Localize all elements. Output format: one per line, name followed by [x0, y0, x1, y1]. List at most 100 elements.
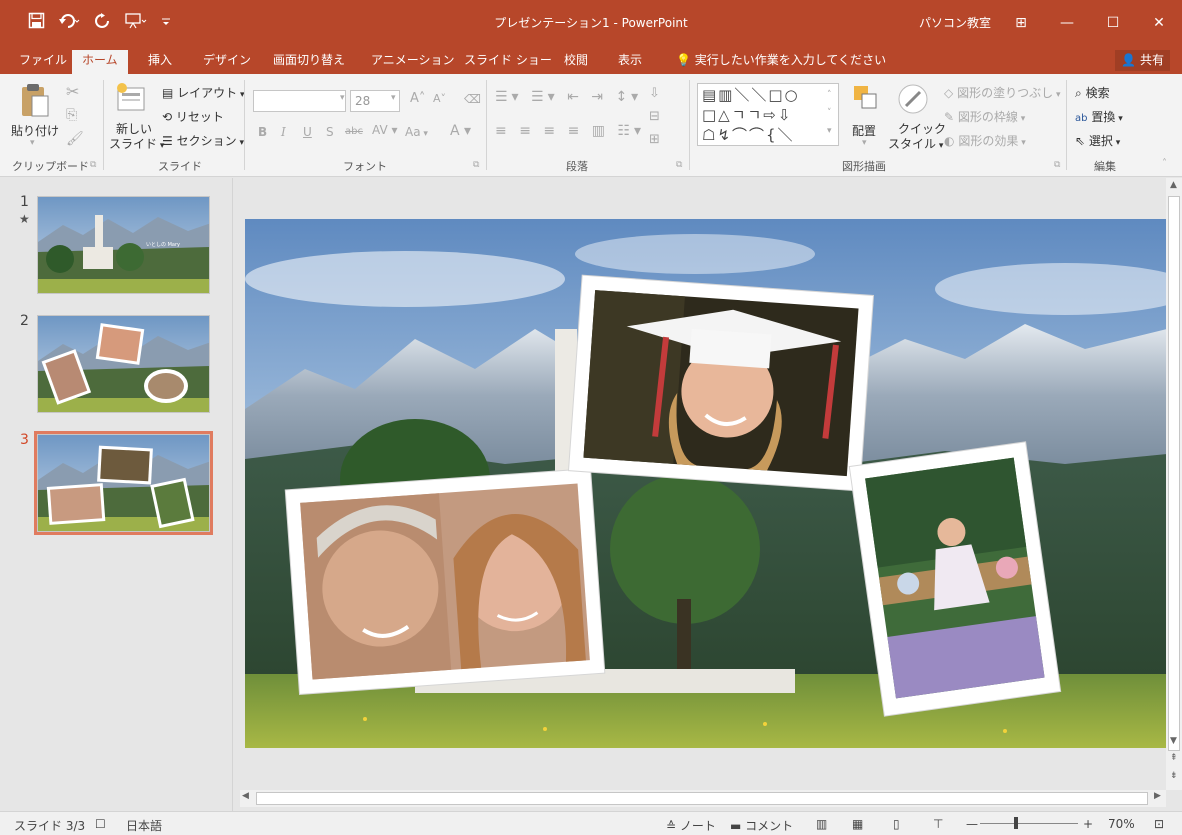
format-painter-icon[interactable]: 🖌 [66, 131, 84, 147]
minimize-button[interactable]: — [1044, 0, 1090, 47]
cut-icon[interactable]: ✂ [66, 82, 79, 101]
quick-styles-label-2[interactable]: スタイル ▾ [888, 135, 943, 152]
distributed-icon[interactable]: ▥ [592, 123, 609, 139]
zoom-level[interactable]: 70% [1108, 817, 1135, 831]
line-spacing-icon[interactable]: ↕▾ [615, 89, 642, 105]
ribbon-display-options-icon[interactable]: ⊞ [998, 0, 1044, 47]
section-button[interactable]: ☰ セクション ▾ [162, 132, 244, 149]
close-button[interactable]: ✕ [1136, 0, 1182, 47]
horizontal-scrollbar[interactable]: ◀ ▶ [240, 790, 1166, 807]
italic-icon[interactable]: I [281, 125, 286, 139]
numbering-icon[interactable]: ☰▾ [531, 89, 559, 105]
tab-file[interactable]: ファイル [19, 52, 67, 74]
align-left-icon[interactable]: ≡ [495, 123, 511, 139]
bullets-icon[interactable]: ☰▾ [495, 89, 523, 105]
horizontal-scroll-thumb[interactable] [256, 792, 1148, 805]
tab-transitions[interactable]: 画面切り替え [273, 52, 345, 74]
font-color-icon[interactable]: A ▾ [450, 123, 471, 139]
underline-icon[interactable]: U [303, 125, 312, 139]
spell-check-icon[interactable]: ☐ [95, 817, 106, 831]
quick-styles-icon[interactable] [896, 82, 930, 119]
font-size-dropdown-icon[interactable]: ▾ [391, 93, 396, 103]
user-name[interactable]: パソコン教室 [919, 14, 991, 31]
zoom-slider-thumb[interactable] [1014, 817, 1018, 829]
slide-sorter-icon[interactable]: ▦ [852, 817, 863, 831]
zoom-slider-track[interactable] [980, 823, 1078, 824]
slideshow-view-icon[interactable]: ⊤ [933, 817, 943, 831]
shrink-font-icon[interactable]: A˅ [433, 92, 446, 105]
font-name-input[interactable] [253, 90, 346, 112]
smartart-icon[interactable]: ⊞ [649, 132, 660, 147]
character-spacing-icon[interactable]: AV ▾ [372, 123, 398, 137]
arrange-dropdown-icon[interactable]: ▾ [862, 138, 867, 148]
copy-icon[interactable]: ⎘ [66, 107, 77, 123]
bold-icon[interactable]: B [258, 125, 267, 139]
font-name-dropdown-icon[interactable]: ▾ [340, 93, 345, 103]
photo-girl-with-dolls[interactable] [848, 437, 1063, 722]
shape-effects-button[interactable]: ◐ 図形の効果 ▾ [944, 132, 1026, 149]
scroll-right-icon[interactable]: ▶ [1154, 791, 1161, 801]
photo-graduation-girl[interactable] [563, 271, 878, 496]
align-right-icon[interactable]: ≡ [543, 123, 559, 139]
tell-me-search[interactable]: 💡 実行したい作業を入力してください [676, 52, 886, 74]
fit-to-window-icon[interactable]: ⊡ [1154, 817, 1164, 831]
next-slide-icon[interactable]: ⇟ [1170, 771, 1178, 781]
columns-icon[interactable]: ☷▾ [617, 123, 645, 139]
new-slide-label-2[interactable]: スライド ▾ [109, 135, 164, 152]
replace-button[interactable]: ab 置換 ▾ [1075, 108, 1123, 125]
shape-outline-button[interactable]: ✎ 図形の枠線 ▾ [944, 108, 1025, 125]
photo-grandfather-and-girl[interactable] [280, 459, 610, 704]
change-case-button[interactable]: Aa ▾ [405, 125, 428, 139]
layout-button[interactable]: ▤ レイアウト ▾ [162, 84, 245, 101]
paste-icon[interactable] [20, 82, 50, 121]
new-slide-icon[interactable] [114, 82, 148, 117]
reading-view-icon[interactable]: ▯ [893, 817, 900, 831]
clear-formatting-icon[interactable]: ⌫ [464, 92, 481, 106]
collapse-ribbon-icon[interactable]: ˄ [1162, 158, 1167, 169]
normal-view-icon[interactable]: ▥ [816, 817, 827, 831]
vertical-scrollbar[interactable]: ▲ ▼ ⇞ ⇟ [1166, 178, 1182, 790]
slide-canvas[interactable] [245, 219, 1167, 748]
paste-button-label[interactable]: 貼り付け [11, 122, 59, 139]
language-indicator[interactable]: 日本語 [126, 817, 162, 834]
zoom-in-button[interactable]: + [1083, 817, 1093, 831]
tab-home[interactable]: ホーム [72, 50, 128, 74]
tab-review[interactable]: 校閲 [564, 52, 588, 74]
drawing-launcher-icon[interactable]: ⧉ [1054, 160, 1060, 170]
scroll-up-icon[interactable]: ▲ [1170, 180, 1177, 190]
shape-fill-button[interactable]: ◇ 図形の塗りつぶし ▾ [944, 84, 1061, 101]
maximize-button[interactable]: ☐ [1090, 0, 1136, 47]
zoom-out-button[interactable]: — [966, 817, 978, 831]
reset-button[interactable]: ⟲ リセット [162, 108, 224, 125]
clipboard-launcher-icon[interactable]: ⧉ [90, 160, 96, 170]
justify-icon[interactable]: ≡ [568, 123, 584, 139]
notes-button[interactable]: ≙ ノート [666, 817, 716, 834]
paste-dropdown-icon[interactable]: ▾ [30, 138, 35, 148]
decrease-indent-icon[interactable]: ⇤ [567, 89, 583, 105]
vertical-scroll-thumb[interactable] [1168, 196, 1180, 751]
text-direction-icon[interactable]: ⇩ [649, 86, 660, 101]
arrange-label[interactable]: 配置 [852, 122, 876, 139]
share-button[interactable]: 👤 共有 [1115, 50, 1170, 71]
tab-design[interactable]: デザイン [203, 52, 251, 74]
font-launcher-icon[interactable]: ⧉ [473, 160, 479, 170]
slide-thumbnail-1[interactable]: いとしの Mary [37, 196, 210, 294]
text-shadow-icon[interactable]: S [326, 125, 334, 139]
tab-view[interactable]: 表示 [618, 52, 642, 74]
slide-thumbnail-2[interactable] [37, 315, 210, 413]
slide-thumbnail-3[interactable] [34, 431, 213, 535]
select-button[interactable]: ⇖ 選択 ▾ [1075, 132, 1120, 149]
scroll-left-icon[interactable]: ◀ [242, 791, 249, 801]
tab-insert[interactable]: 挿入 [148, 52, 172, 74]
paragraph-launcher-icon[interactable]: ⧉ [676, 160, 682, 170]
shapes-gallery[interactable]: ▤▥＼＼□○ □△ㄱㄱ⇨⇩ ☖↯⌒⌒{＼ [697, 83, 839, 146]
scroll-down-icon[interactable]: ▼ [1170, 736, 1177, 746]
strikethrough-icon[interactable]: abc [345, 126, 363, 137]
align-text-icon[interactable]: ⊟ [649, 109, 660, 124]
tab-animations[interactable]: アニメーション [371, 52, 455, 74]
align-center-icon[interactable]: ≡ [519, 123, 535, 139]
increase-indent-icon[interactable]: ⇥ [591, 89, 607, 105]
tab-slideshow[interactable]: スライド ショー [464, 52, 552, 74]
find-button[interactable]: ⌕ 検索 [1075, 84, 1110, 101]
grow-font-icon[interactable]: A˄ [410, 91, 425, 106]
